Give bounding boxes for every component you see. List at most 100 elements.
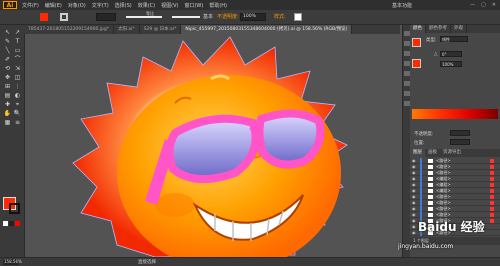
tool-icon[interactable]: ✋ [3, 110, 12, 118]
selection-indicator[interactable] [490, 165, 494, 169]
sun-artwork[interactable] [25, 35, 402, 257]
selection-indicator[interactable] [490, 183, 494, 187]
document-tab[interactable]: 太阳.ai* [114, 25, 140, 34]
none-mode-button[interactable] [15, 221, 20, 226]
tab-color-guide[interactable]: 颜色参考 [426, 25, 451, 33]
menu-item[interactable]: 窗口(W) [184, 2, 203, 9]
selection-indicator[interactable] [490, 159, 494, 163]
eye-icon[interactable]: ◉ [412, 189, 417, 193]
menu-item[interactable]: 文字(T) [92, 2, 109, 9]
variable-width-profile[interactable] [126, 16, 162, 18]
eye-icon[interactable]: ◉ [412, 171, 417, 175]
tab-appearance[interactable]: 外观 [451, 25, 467, 33]
eye-icon[interactable]: ◉ [412, 183, 417, 187]
tab-color[interactable]: 颜色 [410, 25, 426, 33]
layer-thumbnail [428, 201, 433, 205]
menu-item[interactable]: 编辑(E) [45, 2, 62, 9]
eye-icon[interactable]: ◉ [412, 225, 417, 229]
stroke-swatch[interactable] [60, 13, 68, 21]
type-select[interactable]: 线性 [440, 36, 468, 42]
fill-stroke-swatch[interactable] [412, 59, 421, 68]
layer-thumbnail [428, 171, 433, 175]
tool-icon[interactable]: ▦ [3, 119, 12, 127]
workspace-switcher[interactable]: 基本功能 [392, 2, 412, 9]
tool-icon[interactable]: ✎ [3, 38, 12, 46]
document-tab[interactable]: 785437-201805152209154900.jpg* [24, 25, 114, 34]
tool-icon[interactable]: ✚ [3, 101, 12, 109]
tool-icon[interactable]: ↖ [3, 29, 12, 37]
canvas[interactable] [25, 35, 402, 257]
zoom-field[interactable]: 158.56% [3, 259, 22, 265]
tool-icon[interactable]: ✐ [3, 56, 12, 64]
stroke-style-label: 等比 [146, 11, 154, 16]
tool-icon[interactable]: ▤ [3, 92, 12, 100]
document-tab[interactable]: S29 @ 日本.ai* [140, 25, 182, 34]
maximize-icon[interactable]: ▢ [481, 2, 486, 8]
tool-icon[interactable]: ⇲ [13, 65, 22, 73]
eye-icon[interactable]: ◉ [412, 195, 417, 199]
tool-icon[interactable]: ╲ [3, 47, 12, 55]
selection-indicator[interactable] [490, 189, 494, 193]
minimize-icon[interactable]: — [470, 2, 475, 8]
menu-item[interactable]: 选择(S) [115, 2, 132, 9]
gradient-mode-button[interactable] [9, 221, 14, 226]
eye-icon[interactable]: ◉ [412, 165, 417, 169]
menu-item[interactable]: 视图(V) [161, 2, 178, 9]
angle-field[interactable]: 0° [440, 51, 462, 57]
tab-asset-export[interactable]: 资源导出 [440, 149, 464, 157]
menu-item[interactable]: 文件(F) [22, 2, 39, 9]
tab-artboards[interactable]: 画板 [425, 149, 440, 157]
opacity-label: 不透明度: [414, 132, 434, 137]
eye-icon[interactable]: ◉ [412, 177, 417, 181]
opacity-field[interactable] [450, 130, 470, 136]
tool-icon[interactable]: ≡ [13, 119, 22, 127]
tool-icon[interactable]: T [13, 38, 22, 46]
tool-icon[interactable]: ⌒ [13, 56, 22, 64]
tool-icon[interactable]: ↗ [13, 29, 22, 37]
color-mode-button[interactable] [3, 221, 8, 226]
menu-item[interactable]: 帮助(H) [209, 2, 227, 9]
tool-icon[interactable]: ⌖ [13, 101, 22, 109]
opacity-label[interactable]: 不透明度: [217, 13, 239, 20]
stroke-color-box[interactable] [9, 203, 20, 214]
tool-icon[interactable]: ⋮ [13, 83, 22, 91]
style-label[interactable]: 样式: [274, 13, 286, 20]
selection-indicator[interactable] [490, 219, 494, 223]
fill-swatch[interactable] [40, 13, 48, 21]
layer-thumbnail [428, 183, 433, 187]
tool-icon[interactable]: ◐ [13, 92, 22, 100]
gradient-ramp[interactable] [412, 109, 498, 119]
selection-indicator[interactable] [490, 177, 494, 181]
location-label: 位置: [414, 141, 425, 146]
tool-icon[interactable]: ▭ [13, 47, 22, 55]
close-icon[interactable]: ✕ [492, 2, 496, 8]
style-swatch[interactable] [294, 13, 302, 21]
tool-icon[interactable]: ⟲ [3, 65, 12, 73]
selection-indicator[interactable] [490, 171, 494, 175]
tool-icon[interactable]: ◫ [13, 74, 22, 82]
selection-indicator[interactable] [490, 207, 494, 211]
eye-icon[interactable]: ◉ [412, 213, 417, 217]
opacity-field[interactable]: 100% [240, 13, 266, 21]
brush-definition[interactable] [172, 16, 200, 18]
tab-layers[interactable]: 图层 [410, 149, 425, 157]
menu-item[interactable]: 效果(C) [138, 2, 155, 9]
menu-item[interactable]: 对象(O) [68, 2, 86, 9]
selection-indicator[interactable] [490, 195, 494, 199]
tool-icon[interactable]: ✥ [3, 74, 12, 82]
selection-indicator[interactable] [490, 213, 494, 217]
eye-icon[interactable]: ◉ [412, 159, 417, 163]
aspect-ratio-field[interactable]: 100% [440, 61, 462, 67]
document-tab[interactable]: Nipic_455997_20150803155348604000 (拷贝).a… [181, 25, 353, 34]
eye-icon[interactable]: ◉ [412, 201, 417, 205]
location-field[interactable] [450, 139, 470, 145]
eye-icon[interactable]: ◉ [412, 207, 417, 211]
selection-indicator[interactable] [490, 201, 494, 205]
document-tabs: 785437-201805152209154900.jpg* 太阳.ai* S29 … [24, 25, 400, 34]
tool-icon[interactable]: ⊞ [3, 83, 12, 91]
tool-icon[interactable]: 🔍 [13, 110, 22, 118]
eye-icon[interactable]: ◉ [412, 231, 417, 235]
eye-icon[interactable]: ◉ [412, 219, 417, 223]
gradient-swatch[interactable] [412, 38, 421, 47]
stroke-weight-field[interactable] [96, 13, 116, 21]
